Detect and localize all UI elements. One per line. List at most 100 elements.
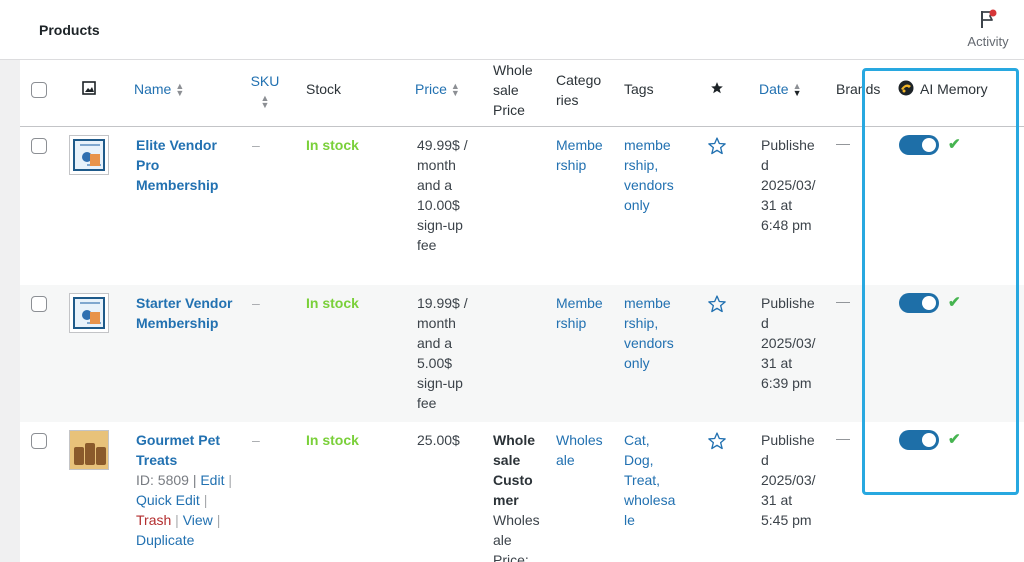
tag-line: wholesa [624,492,676,508]
products-table: Name ▲ ▼ SKU ▲ ▼ Stock Price ▲ ▼ Whole sale Pr… [20,60,1024,562]
tag-line: rship, [624,157,659,173]
tags-links[interactable]: Cat, Dog, Treat, wholesa le [624,430,675,530]
row-checkbox[interactable] [31,433,47,449]
wholesale-line: mer [493,492,519,508]
wholesale-line: ale [493,532,512,548]
date-line: Publishe [761,295,815,311]
sku-value: – [252,432,260,448]
date-line: 2025/03/ [761,472,816,488]
wholesale-line: Custo [493,472,533,488]
price-line: fee [417,237,437,253]
duplicate-link[interactable]: Duplicate [136,532,194,548]
sort-icon: ▲ ▼ [175,81,185,99]
edit-link[interactable]: Edit [200,472,224,488]
view-link[interactable]: View [183,512,213,528]
featured-star-icon[interactable] [707,136,727,159]
category-link[interactable]: Membe rship [556,135,603,175]
column-price-label: Price [415,81,447,97]
product-thumbnail[interactable] [69,135,109,175]
wholesale-line: Whole [493,432,535,448]
top-bar: Products Activity [0,0,1024,60]
separator: | [203,492,208,508]
product-thumbnail[interactable] [69,430,109,470]
column-tags: Tags [624,81,654,97]
category-line: rship [556,157,587,173]
tag-line: le [624,512,635,528]
price-line: and a [417,335,453,351]
row-checkbox[interactable] [31,138,47,154]
select-all-checkbox[interactable] [31,82,47,98]
category-link[interactable]: Membe rship [556,293,603,333]
ai-memory-toggle[interactable] [899,430,939,450]
separator: | [175,512,179,528]
price-line: sign-up [417,217,463,233]
column-date[interactable]: Date ▲ ▼ [759,79,802,99]
table-row: Elite Vendor Pro Membership – In stock 4… [20,127,1024,285]
ai-memory-logo-icon [898,80,914,96]
thumbnail-column-icon [82,80,96,100]
product-name-link[interactable]: Elite Vendor Pro Membership [136,135,218,195]
date-line: d [761,315,769,331]
sort-icon: ▲ ▼ [450,81,460,99]
price-line: sign-up [417,375,463,391]
price-line: month [417,157,456,173]
price-line: month [417,315,456,331]
date-line: 5:45 pm [761,512,812,528]
ai-memory-toggle[interactable] [899,135,939,155]
trash-link[interactable]: Trash [136,512,171,528]
tag-line: Treat, [624,472,661,488]
product-name-cell: Gourmet Pet Treats ID: 5809 | Edit | Qui… [136,430,232,550]
tag-line: membe [624,137,671,153]
date-line: 2025/03/ [761,177,816,193]
sort-icon: ▲ ▼ [260,93,270,111]
separator: | [216,512,221,528]
date-line: 31 at [761,355,793,371]
date-line: 31 at [761,492,793,508]
featured-star-icon[interactable] [707,431,727,454]
date-line: Publishe [761,137,815,153]
wholesale-price-value: Whole sale Custo mer Wholes ale Price: [493,430,540,562]
price-value: 25.00$ [417,432,460,448]
column-categories-line: Catego [556,72,602,88]
tag-line: rship, [624,315,659,331]
column-sku[interactable]: SKU ▲ ▼ [250,71,280,111]
sku-value: – [252,137,260,153]
product-name-line: Treats [136,452,178,468]
column-featured[interactable] [710,80,724,100]
product-thumbnail[interactable] [69,293,109,333]
featured-star-icon[interactable] [707,294,727,317]
ai-memory-toggle[interactable] [899,293,939,313]
column-price[interactable]: Price ▲ ▼ [415,79,460,99]
column-wholesale-price: Whole sale Price [493,60,533,120]
column-name[interactable]: Name ▲ ▼ [134,79,184,99]
product-name-line: Elite Vendor [136,137,217,153]
stock-status: In stock [306,137,359,153]
product-name-line: Starter Vendor [136,295,233,311]
row-checkbox[interactable] [31,296,47,312]
wholesale-line: Price: [493,552,529,562]
wholesale-line: Wholes [493,512,540,528]
tags-links[interactable]: membe rship, vendors only [624,293,674,373]
date-line: Publishe [761,432,815,448]
price-line: 49.99$ / [417,137,468,153]
date-line: 6:48 pm [761,217,812,233]
product-name-link[interactable]: Gourmet Pet Treats [136,430,232,470]
column-categories: Catego ries [556,70,601,110]
column-ai-memory-label: AI Memory [920,81,988,97]
separator: | [228,472,232,488]
product-name-link[interactable]: Starter Vendor Membership [136,293,232,333]
column-stock: Stock [306,81,342,97]
date-value: Publishe d 2025/03/ 31 at 5:45 pm [761,430,816,530]
column-categories-line: ries [556,92,579,108]
category-link[interactable]: Wholes ale [556,430,603,470]
flag-icon [978,8,998,30]
date-value: Publishe d 2025/03/ 31 at 6:39 pm [761,293,816,393]
column-name-label: Name [134,81,172,97]
wholesale-line: sale [493,452,521,468]
column-wholesale-line: Price [493,102,525,118]
quick-edit-link[interactable]: Quick Edit [136,492,200,508]
tags-links[interactable]: membe rship, vendors only [624,135,674,215]
tag-line: Dog, [624,452,654,468]
column-date-label: Date [759,81,789,97]
activity-button[interactable]: Activity [958,6,1018,49]
